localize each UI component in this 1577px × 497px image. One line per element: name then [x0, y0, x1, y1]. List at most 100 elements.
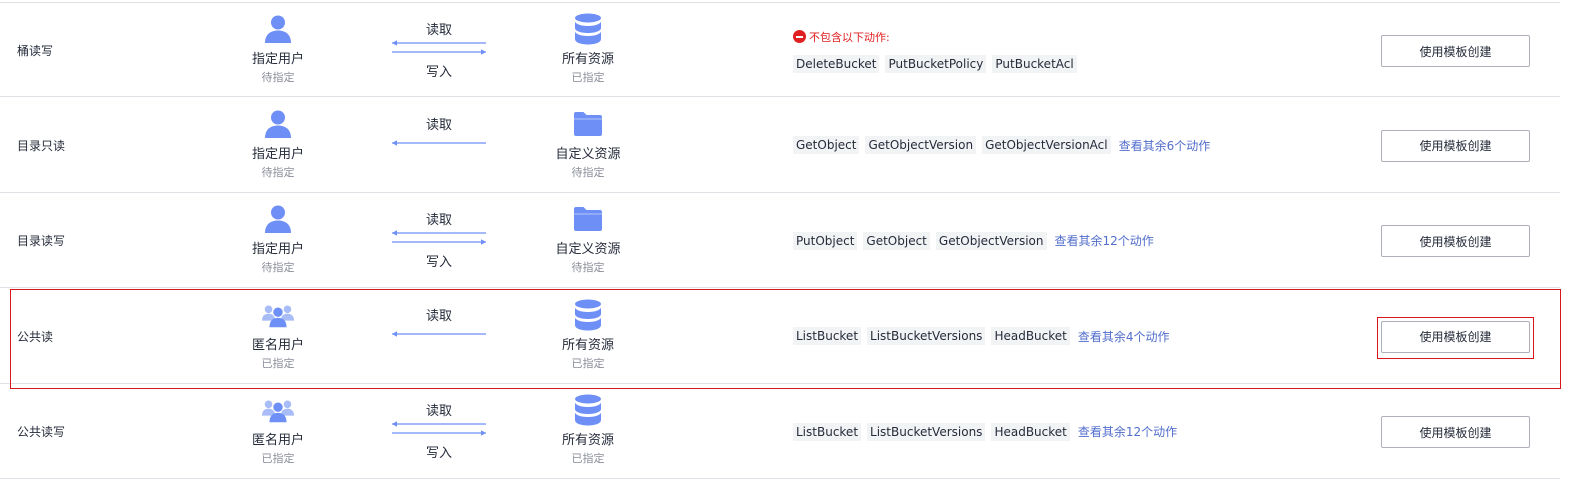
resource-title: 所有资源: [561, 337, 614, 353]
action-tag: ListBucket: [793, 327, 862, 345]
read-arrow-icon: [392, 139, 486, 146]
read-arrow-icon: [392, 40, 486, 46]
read-arrow-icon: [392, 330, 486, 337]
policy-template-row: 桶读写 指定用户 待指定 读取 写入 所有资源 已指定 不包含以下动作: Del…: [0, 2, 1560, 97]
resource-title: 自定义资源: [555, 146, 621, 162]
principal: 匿名用户 已指定: [228, 394, 328, 466]
write-label: 写入: [425, 446, 452, 461]
more-actions-link[interactable]: 查看其余4个动作: [1078, 328, 1170, 345]
policy-name: 目录读写: [17, 234, 66, 248]
user-icon: [261, 13, 295, 45]
action-tag: ListBucketVersions: [867, 422, 986, 441]
folder-icon: [571, 203, 605, 235]
use-template-button[interactable]: 使用模板创建: [1381, 320, 1530, 353]
permission-arrows: 读取: [390, 289, 488, 384]
principal-title: 指定用户: [251, 52, 304, 67]
action-tags: DeleteBucket PutBucketPolicy PutBucketAcl: [793, 54, 1083, 73]
permission-arrows: 读取 写入: [390, 3, 488, 98]
exclude-label: 不包含以下动作:: [809, 30, 890, 44]
policy-template-row: 公共读 匿名用户 已指定 读取 所有资源 已指定 ListBucket ListB…: [0, 289, 1560, 384]
resource-title: 自定义资源: [555, 242, 621, 257]
read-label: 读取: [425, 117, 452, 133]
principal-status: 已指定: [261, 356, 295, 370]
resource: 自定义资源 待指定: [538, 203, 638, 275]
policy-template-row: 目录只读 指定用户 待指定 读取 自定义资源 待指定 GetObject GetO…: [0, 98, 1560, 193]
actions-cell: ListBucket ListBucketVersions HeadBucket 查看…: [793, 384, 1177, 479]
principal-status: 已指定: [261, 452, 295, 465]
exclude-notice: 不包含以下动作:: [793, 29, 1083, 45]
action-tag: HeadBucket: [991, 422, 1070, 441]
anonymous-users-icon: [261, 394, 295, 426]
action-tag: ListBucket: [793, 422, 862, 441]
use-template-button[interactable]: 使用模板创建: [1381, 416, 1530, 448]
write-arrow-icon: [392, 239, 486, 245]
read-arrow-icon: [392, 230, 486, 236]
read-label: 读取: [425, 23, 452, 38]
read-label: 读取: [425, 404, 452, 419]
action-tags: ListBucket ListBucketVersions HeadBucket 查看…: [793, 422, 1177, 441]
resource-title: 所有资源: [561, 52, 614, 67]
actions-cell: ListBucket ListBucketVersions HeadBucket 查看…: [793, 289, 1170, 384]
read-label: 读取: [425, 308, 452, 324]
use-template-button[interactable]: 使用模板创建: [1381, 129, 1530, 162]
policy-template-row: 目录读写 指定用户 待指定 读取 写入 自定义资源 待指定 PutObject G…: [0, 193, 1560, 288]
permission-arrows: 读取: [390, 98, 488, 193]
policy-template-row: 公共读写 匿名用户 已指定 读取 写入 所有资源 已指定 ListBucket L…: [0, 384, 1560, 479]
principal-title: 指定用户: [251, 146, 304, 162]
action-tag: PutBucketPolicy: [885, 54, 987, 73]
principal-title: 匿名用户: [251, 433, 304, 448]
anonymous-users-icon: [261, 299, 295, 331]
action-tag: GetObjectVersion: [865, 136, 977, 154]
resource-status: 待指定: [571, 165, 605, 179]
write-arrow-icon: [392, 430, 486, 436]
more-actions-link[interactable]: 查看其余12个动作: [1055, 232, 1154, 249]
action-tag: GetObjectVersion: [935, 231, 1047, 250]
resource: 所有资源 已指定: [538, 13, 638, 85]
more-actions-link[interactable]: 查看其余12个动作: [1078, 423, 1177, 440]
permission-arrows: 读取 写入: [390, 193, 488, 288]
use-template-button[interactable]: 使用模板创建: [1381, 225, 1530, 257]
action-tag: PutBucketAcl: [992, 54, 1077, 73]
resource-status: 已指定: [571, 452, 605, 465]
read-arrow-icon: [392, 421, 486, 427]
action-tag: HeadBucket: [991, 327, 1070, 345]
action-tags: PutObject GetObject GetObjectVersion 查看其余12…: [793, 231, 1154, 250]
database-icon: [571, 299, 605, 331]
write-label: 写入: [425, 255, 452, 270]
action-tag: ListBucketVersions: [867, 327, 986, 345]
resource: 所有资源 已指定: [538, 394, 638, 466]
policy-name: 公共读写: [17, 425, 66, 439]
actions-cell: GetObject GetObjectVersion GetObjectVersio…: [793, 98, 1210, 193]
resource-status: 已指定: [571, 356, 605, 370]
resource-title: 所有资源: [561, 433, 614, 448]
write-arrow-icon: [392, 49, 486, 55]
minus-circle-icon: [793, 30, 806, 43]
principal: 指定用户 待指定: [228, 203, 328, 275]
database-icon: [571, 394, 605, 426]
action-tag: GetObject: [793, 136, 860, 154]
action-tag: DeleteBucket: [793, 54, 880, 73]
policy-name: 目录只读: [17, 138, 66, 153]
policy-name: 公共读: [17, 329, 54, 344]
database-icon: [571, 13, 605, 45]
resource-status: 已指定: [571, 71, 605, 84]
folder-icon: [571, 108, 605, 140]
use-template-button[interactable]: 使用模板创建: [1381, 35, 1530, 67]
user-icon: [261, 108, 295, 140]
resource-status: 待指定: [571, 261, 605, 274]
principal-status: 待指定: [261, 71, 295, 84]
read-label: 读取: [425, 213, 452, 228]
principal: 匿名用户 已指定: [228, 299, 328, 371]
principal-title: 匿名用户: [251, 337, 304, 353]
principal-status: 待指定: [261, 261, 295, 274]
resource: 所有资源 已指定: [538, 299, 638, 371]
action-tag: GetObject: [863, 231, 930, 250]
more-actions-link[interactable]: 查看其余6个动作: [1119, 137, 1211, 154]
action-tags: GetObject GetObjectVersion GetObjectVersio…: [793, 136, 1210, 154]
action-tags: ListBucket ListBucketVersions HeadBucket 查看…: [793, 327, 1170, 345]
write-label: 写入: [425, 65, 452, 80]
actions-cell: 不包含以下动作: DeleteBucket PutBucketPolicy PutB…: [793, 3, 1083, 98]
policy-name: 桶读写: [17, 44, 54, 58]
action-tag: GetObjectVersionAcl: [982, 136, 1111, 154]
principal: 指定用户 待指定: [228, 108, 328, 180]
